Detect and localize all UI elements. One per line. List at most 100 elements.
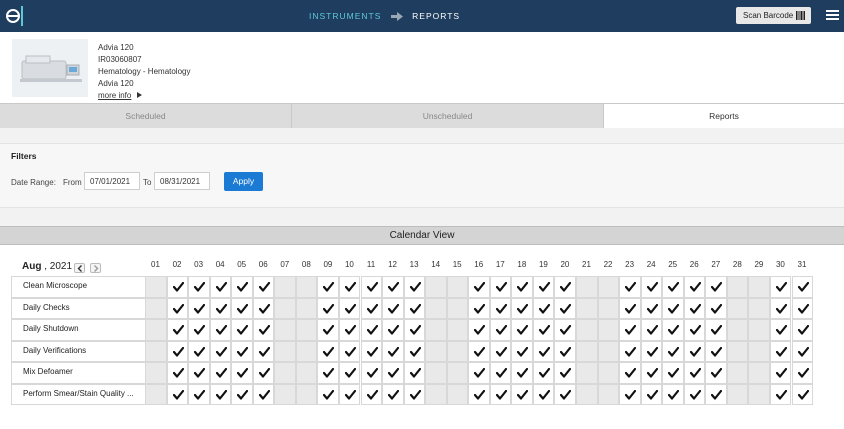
completed-cell[interactable] [338,276,361,298]
completed-cell[interactable] [532,362,555,384]
completed-cell[interactable] [489,319,512,341]
completed-cell[interactable] [511,340,533,362]
completed-cell[interactable] [252,297,275,319]
completed-cell[interactable] [511,319,533,341]
empty-cell[interactable] [446,340,469,362]
completed-cell[interactable] [554,297,576,319]
completed-cell[interactable] [640,362,663,384]
completed-cell[interactable] [403,319,426,341]
completed-cell[interactable] [403,276,426,298]
empty-cell[interactable] [597,297,620,319]
empty-cell[interactable] [576,383,598,405]
completed-cell[interactable] [554,276,576,298]
completed-cell[interactable] [231,340,253,362]
completed-cell[interactable] [252,383,275,405]
completed-cell[interactable] [511,297,533,319]
completed-cell[interactable] [166,319,189,341]
completed-cell[interactable] [382,340,404,362]
completed-cell[interactable] [338,297,361,319]
completed-cell[interactable] [317,383,339,405]
completed-cell[interactable] [317,319,339,341]
completed-cell[interactable] [209,362,232,384]
completed-cell[interactable] [252,276,275,298]
completed-cell[interactable] [188,383,210,405]
brand-logo-icon[interactable] [4,4,26,28]
completed-cell[interactable] [468,340,490,362]
empty-cell[interactable] [576,276,598,298]
completed-cell[interactable] [532,319,555,341]
completed-cell[interactable] [769,319,792,341]
completed-cell[interactable] [791,340,813,362]
completed-cell[interactable] [166,276,189,298]
empty-cell[interactable] [576,297,598,319]
completed-cell[interactable] [382,319,404,341]
completed-cell[interactable] [166,383,189,405]
empty-cell[interactable] [576,362,598,384]
empty-cell[interactable] [145,340,167,362]
completed-cell[interactable] [468,383,490,405]
completed-cell[interactable] [511,383,533,405]
next-month-button[interactable] [90,263,101,273]
completed-cell[interactable] [683,340,706,362]
empty-cell[interactable] [446,276,469,298]
completed-cell[interactable] [209,297,232,319]
empty-cell[interactable] [145,362,167,384]
empty-cell[interactable] [274,297,296,319]
empty-cell[interactable] [295,362,318,384]
completed-cell[interactable] [554,319,576,341]
completed-cell[interactable] [662,362,684,384]
completed-cell[interactable] [705,297,727,319]
completed-cell[interactable] [619,362,641,384]
empty-cell[interactable] [576,319,598,341]
completed-cell[interactable] [338,319,361,341]
empty-cell[interactable] [295,340,318,362]
empty-cell[interactable] [726,276,749,298]
completed-cell[interactable] [662,297,684,319]
empty-cell[interactable] [597,276,620,298]
completed-cell[interactable] [683,383,706,405]
completed-cell[interactable] [188,362,210,384]
empty-cell[interactable] [274,276,296,298]
empty-cell[interactable] [145,319,167,341]
completed-cell[interactable] [209,276,232,298]
completed-cell[interactable] [532,297,555,319]
completed-cell[interactable] [338,362,361,384]
completed-cell[interactable] [382,276,404,298]
empty-cell[interactable] [597,319,620,341]
empty-cell[interactable] [446,383,469,405]
completed-cell[interactable] [317,276,339,298]
completed-cell[interactable] [403,297,426,319]
empty-cell[interactable] [748,276,770,298]
tab-unscheduled[interactable]: Unscheduled [292,104,604,128]
completed-cell[interactable] [468,297,490,319]
empty-cell[interactable] [274,319,296,341]
empty-cell[interactable] [748,340,770,362]
completed-cell[interactable] [532,340,555,362]
completed-cell[interactable] [317,340,339,362]
completed-cell[interactable] [705,383,727,405]
completed-cell[interactable] [209,319,232,341]
completed-cell[interactable] [252,319,275,341]
completed-cell[interactable] [554,340,576,362]
completed-cell[interactable] [683,362,706,384]
completed-cell[interactable] [468,362,490,384]
completed-cell[interactable] [640,383,663,405]
empty-cell[interactable] [748,383,770,405]
hamburger-menu-icon[interactable] [826,10,839,22]
empty-cell[interactable] [145,276,167,298]
breadcrumb-instruments[interactable]: INSTRUMENTS [309,11,381,21]
completed-cell[interactable] [338,383,361,405]
completed-cell[interactable] [705,276,727,298]
completed-cell[interactable] [209,383,232,405]
completed-cell[interactable] [619,297,641,319]
completed-cell[interactable] [468,276,490,298]
empty-cell[interactable] [726,383,749,405]
from-date-input[interactable] [84,172,140,190]
empty-cell[interactable] [425,297,447,319]
completed-cell[interactable] [188,319,210,341]
to-date-input[interactable] [154,172,210,190]
completed-cell[interactable] [209,340,232,362]
empty-cell[interactable] [295,383,318,405]
completed-cell[interactable] [489,383,512,405]
empty-cell[interactable] [145,297,167,319]
